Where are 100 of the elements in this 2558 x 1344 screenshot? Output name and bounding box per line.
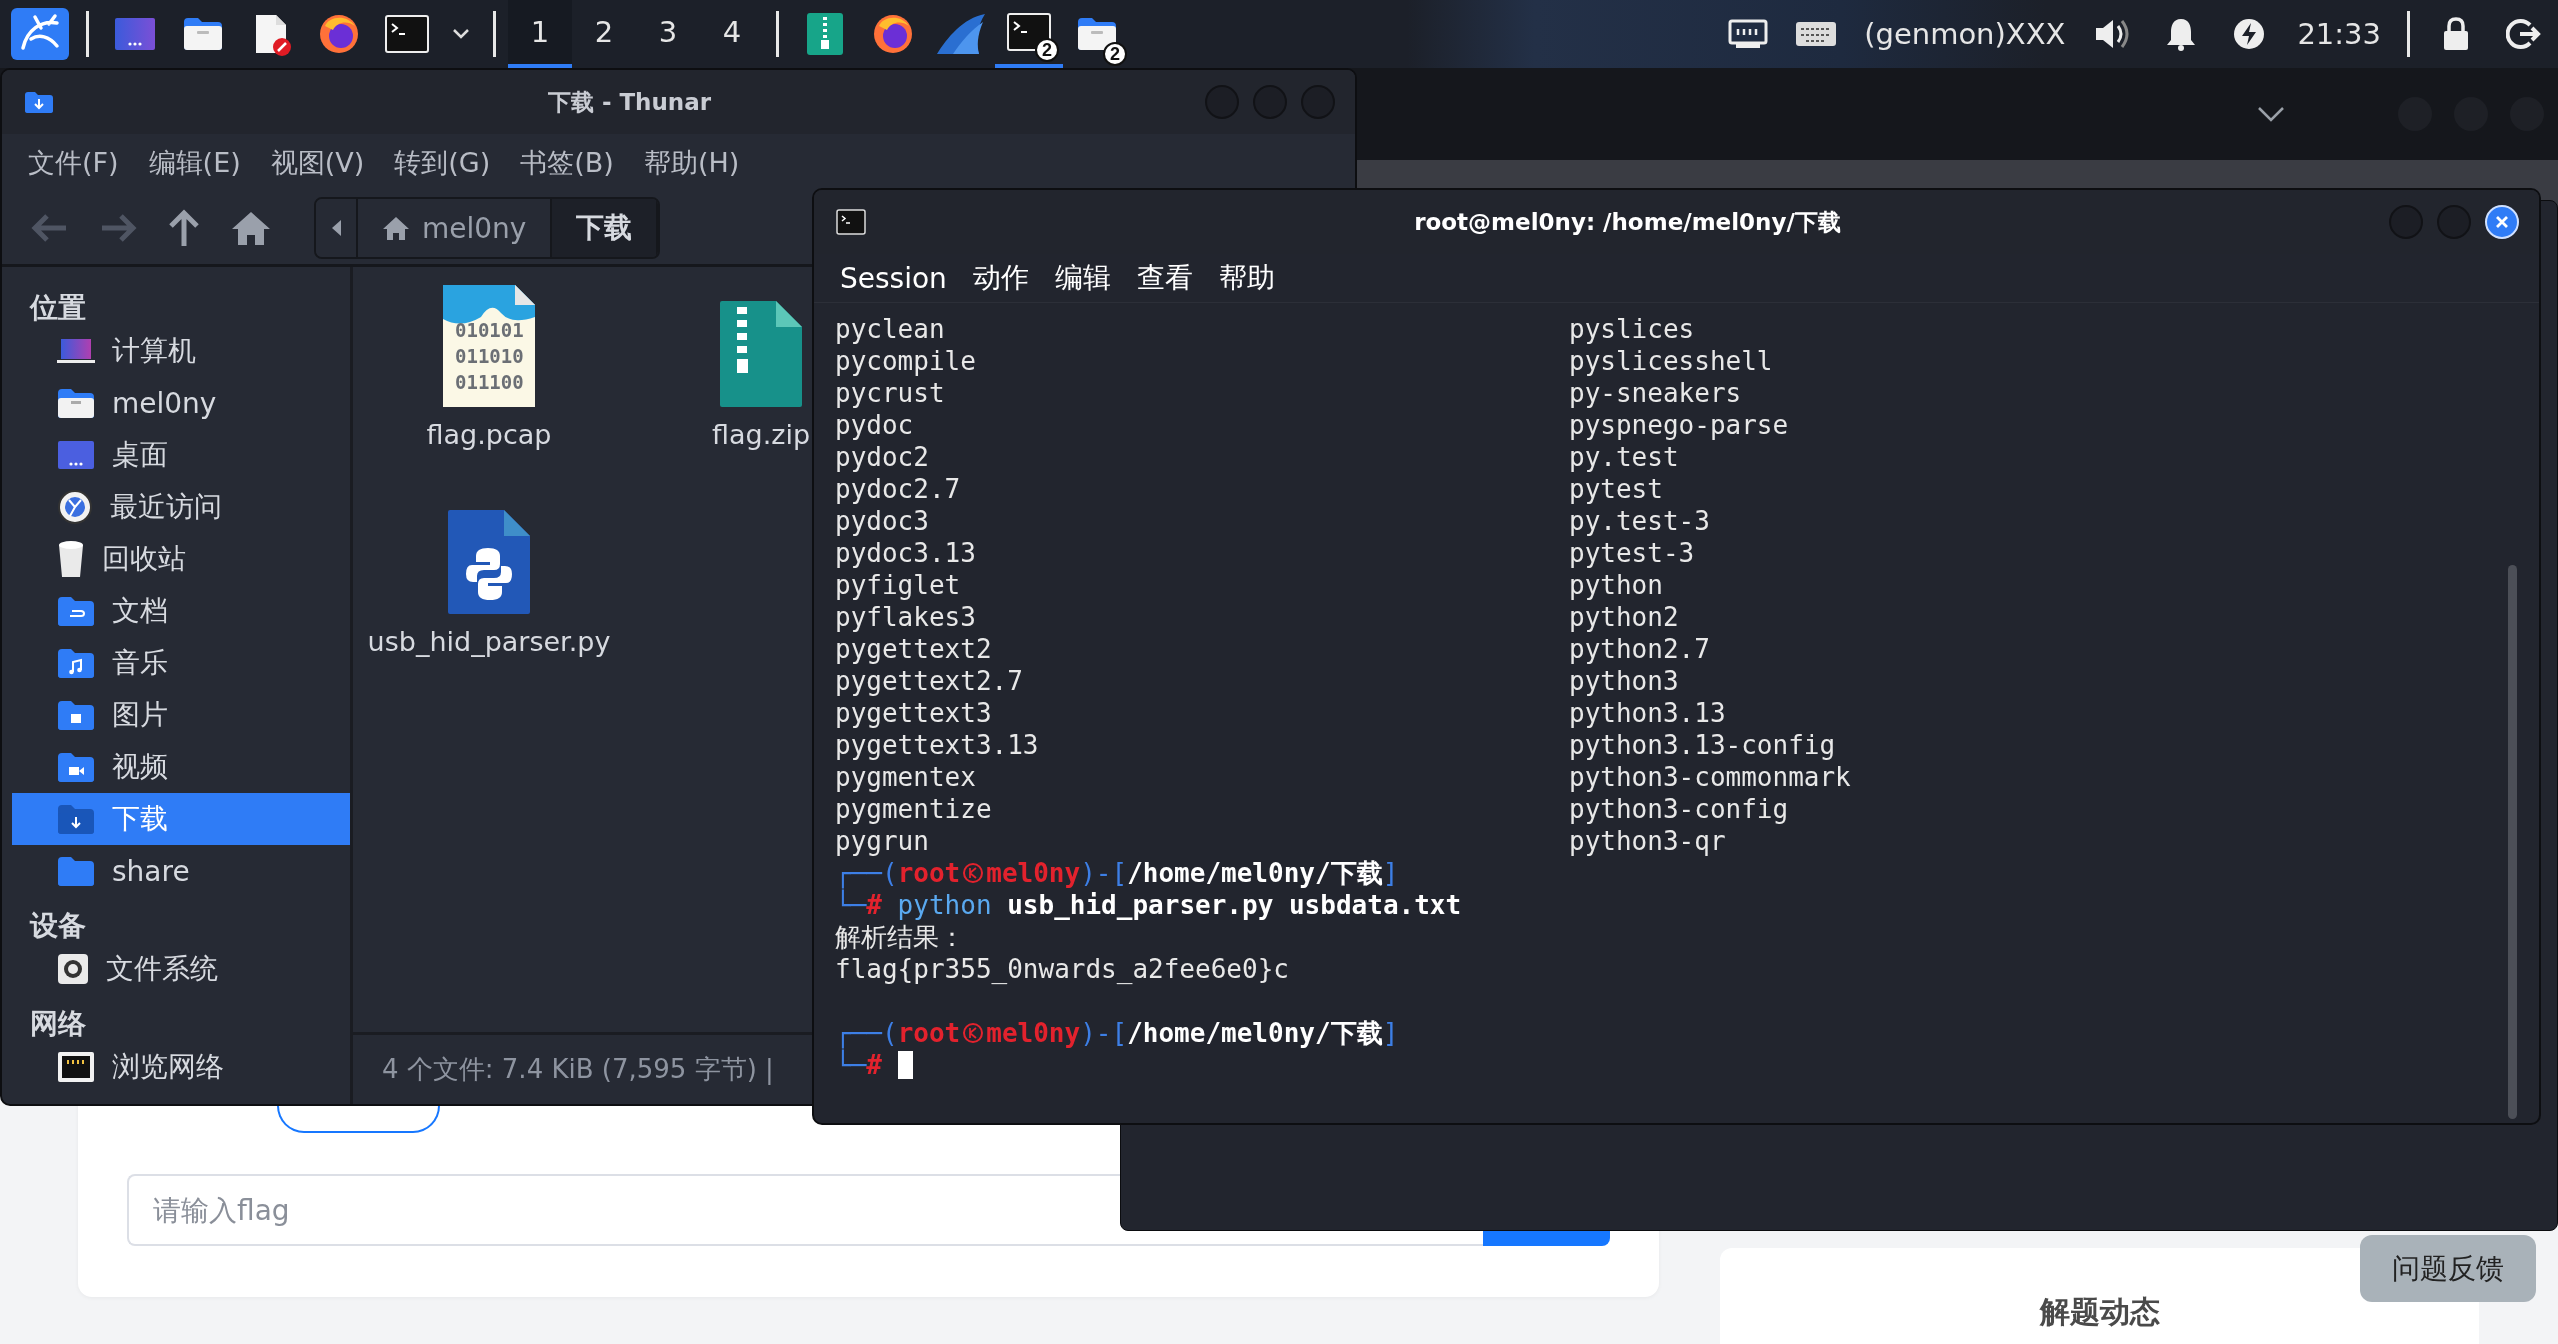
sidebar-item[interactable]: 文档: [12, 585, 350, 637]
sidebar-item[interactable]: 视频: [12, 741, 350, 793]
terminal-line: pycrust: [835, 377, 946, 409]
outline-button[interactable]: [277, 1106, 440, 1133]
count-badge: 2: [1103, 42, 1127, 66]
file-name[interactable]: usb_hid_parser.py: [367, 626, 611, 657]
drive-icon: [56, 952, 90, 986]
terminal-line: pyspnego-parse: [1569, 409, 1790, 441]
scroll-left-button[interactable]: [316, 199, 358, 257]
terminal-line: flag{pr355_0nwards_a2fee6e0}c: [835, 953, 1289, 985]
chevron-down-icon[interactable]: [2256, 105, 2286, 123]
terminal-line: pygettext3.13: [835, 729, 1040, 761]
section-heading: 设备: [28, 908, 87, 943]
sidebar-item[interactable]: 下载: [12, 793, 350, 845]
path-button[interactable]: 下载: [552, 199, 659, 257]
sidebar-item[interactable]: mel0ny: [12, 377, 350, 429]
sidebar-item[interactable]: 浏览网络: [12, 1041, 350, 1093]
terminal-line: pygmentize: [835, 793, 993, 825]
terminal-line: python3.13-config: [1569, 729, 1837, 761]
sidebar-item[interactable]: 最近访问: [12, 481, 350, 533]
terminal-line: pydoc3: [835, 505, 930, 537]
lock-icon[interactable]: [2441, 16, 2471, 52]
sidebar-item[interactable]: 图片: [12, 689, 350, 741]
ethernet-icon[interactable]: [1728, 17, 1769, 51]
flag-input-field[interactable]: 请输入flag: [127, 1174, 1120, 1246]
terminal-line: python3.13: [1569, 697, 1727, 729]
terminal-line: pygettext2.7: [835, 665, 1024, 697]
panel-text: (genmon)XXX: [1863, 17, 2067, 51]
terminal-icon[interactable]: [384, 14, 430, 54]
terminal-line: pydoc: [835, 409, 915, 441]
menu-item[interactable]: 编辑: [1054, 259, 1111, 297]
file-name[interactable]: flag.zip: [711, 419, 811, 450]
sidebar-item[interactable]: 音乐: [12, 637, 350, 689]
trash-icon: [56, 539, 86, 579]
file-name[interactable]: flag.pcap: [426, 419, 552, 450]
chevron-down-icon[interactable]: [451, 27, 471, 41]
folder-icon: [56, 594, 96, 628]
workspace-button[interactable]: 2: [572, 0, 636, 68]
folder-icon: [56, 750, 96, 784]
terminal-line: pycompile: [835, 345, 977, 377]
menu-item[interactable]: 转到(G): [394, 145, 491, 181]
terminal-line: pygrun: [835, 825, 930, 857]
browser-icon[interactable]: [317, 12, 361, 56]
prompt-user: root: [897, 857, 961, 889]
terminal-line: pygmentex: [835, 761, 977, 793]
terminal-line: pygettext3: [835, 697, 993, 729]
sidebar-item[interactable]: 文件系统: [12, 943, 350, 995]
menu-item[interactable]: 书签(B): [520, 145, 614, 181]
terminal-line: py.test: [1569, 441, 1680, 473]
workspace-button[interactable]: 1: [508, 0, 572, 68]
prompt-sign: #: [866, 1050, 882, 1081]
prompt-frame: )-[: [1080, 857, 1128, 889]
folder-icon: [56, 802, 96, 836]
folder-icon: [24, 90, 54, 114]
section-heading: 网络: [29, 1006, 87, 1041]
menu-item[interactable]: 帮助(H): [643, 145, 740, 181]
script-file-icon[interactable]: [446, 508, 532, 616]
menu-item[interactable]: 视图(V): [270, 145, 365, 181]
sidebar-item[interactable]: 计算机: [12, 325, 350, 377]
menu-item[interactable]: 编辑(E): [148, 145, 241, 181]
window-title: root@mel0ny: /home/mel0ny/下载: [1413, 207, 1842, 237]
folder-icon: [56, 698, 96, 732]
prompt-frame: └─: [835, 889, 867, 921]
menu-item[interactable]: Session: [840, 261, 947, 295]
terminal-line: py-sneakers: [1569, 377, 1743, 409]
network-icon: [56, 1050, 96, 1084]
sidebar-item[interactable]: 回收站: [12, 533, 350, 585]
sidebar-item[interactable]: 桌面: [12, 429, 350, 481]
home-icon: [382, 215, 410, 241]
terminal-line: pydoc3.13: [835, 537, 977, 569]
icon-text: 010101 011010 011100: [455, 318, 524, 395]
command-args: usb_hid_parser.py usbdata.txt: [1006, 889, 1462, 921]
binary-file-icon[interactable]: [441, 283, 537, 409]
home-icon[interactable]: [230, 209, 272, 247]
logout-icon[interactable]: [2506, 17, 2542, 51]
menu-item[interactable]: 文件(F): [28, 145, 119, 181]
archive-file-icon[interactable]: [718, 299, 804, 409]
menu-item[interactable]: 动作: [972, 259, 1029, 297]
window-title: 下载 - Thunar: [546, 87, 713, 117]
workspace-button[interactable]: 3: [636, 0, 700, 68]
terminal-line: pytest-3: [1569, 537, 1696, 569]
clock-text: 21:33: [2296, 17, 2382, 51]
folder-icon: [56, 646, 96, 680]
menu-item[interactable]: 查看: [1136, 259, 1193, 297]
terminal-line: pydoc2: [835, 441, 930, 473]
sidebar-item[interactable]: share: [12, 845, 350, 897]
desktop-icon: [56, 438, 96, 472]
archive-icon[interactable]: [805, 11, 845, 57]
browser-icon[interactable]: [871, 12, 915, 56]
dragon-logo-icon[interactable]: [11, 8, 69, 60]
terminal-line: pyslices: [1569, 313, 1696, 345]
scrollbar[interactable]: [2508, 565, 2517, 1119]
prompt-frame: ]: [1382, 857, 1399, 889]
workspace-button[interactable]: 4: [700, 0, 764, 68]
lightning-icon[interactable]: [2232, 17, 2267, 51]
terminal-line: pyclean: [835, 313, 946, 345]
feedback-button[interactable]: 问题反馈: [2360, 1235, 2536, 1302]
keyboard-icon[interactable]: [1794, 19, 1839, 49]
menu-item[interactable]: 帮助: [1218, 259, 1275, 297]
command-name: python: [896, 889, 992, 921]
